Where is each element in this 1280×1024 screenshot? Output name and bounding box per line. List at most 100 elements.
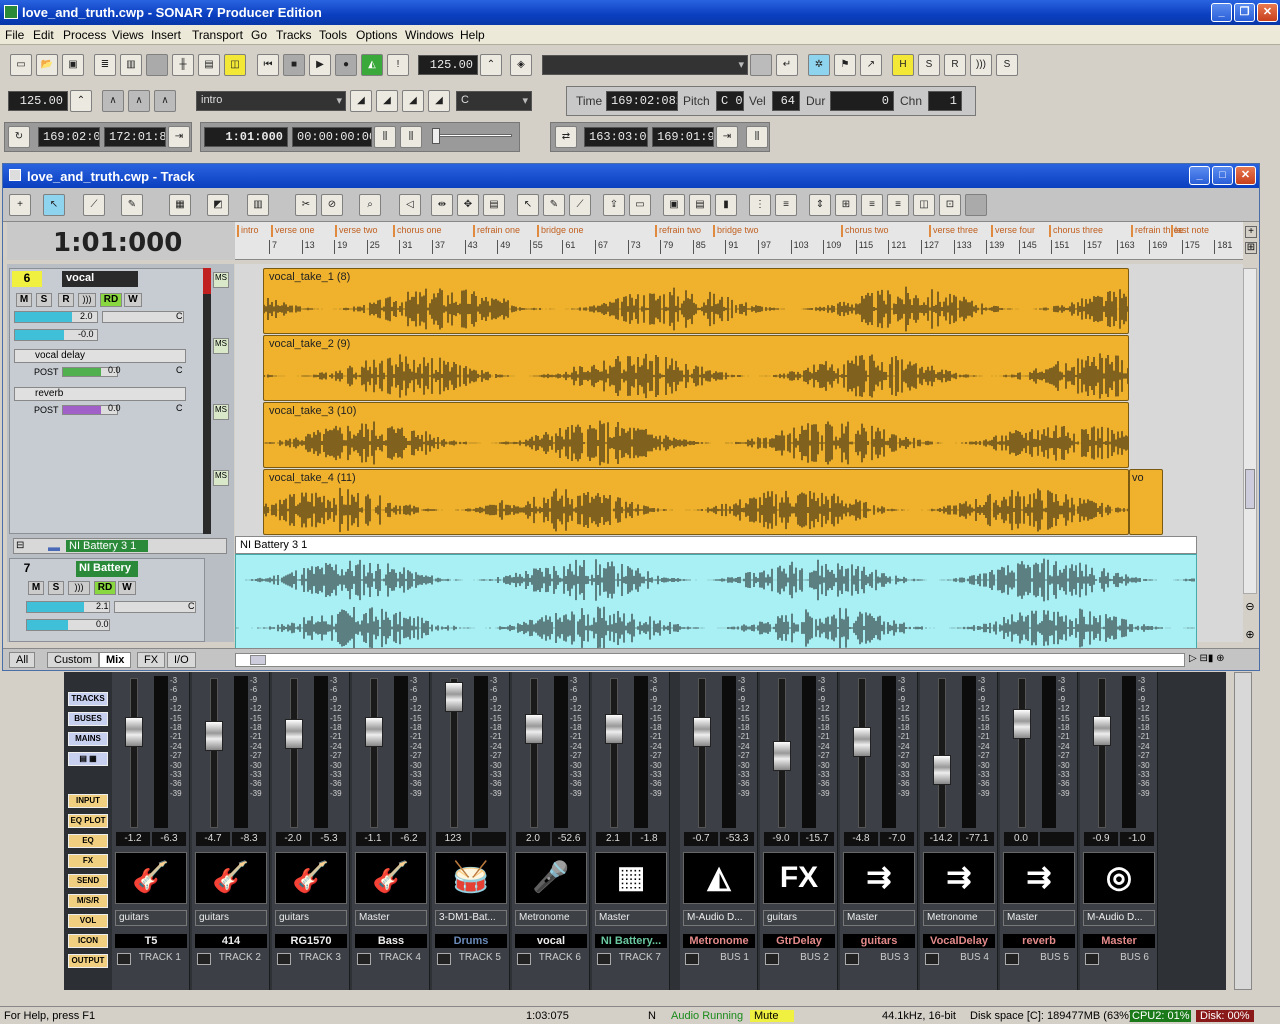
position-slider[interactable] [432, 134, 512, 137]
pitch-field[interactable]: C 0 [716, 91, 744, 111]
output-route-dropdown[interactable]: guitars [275, 910, 347, 926]
write-automation-button[interactable]: W [118, 581, 136, 595]
metronome-icon[interactable]: ◭ [361, 54, 383, 76]
now-jump-icon[interactable]: ⫼ [400, 126, 422, 148]
FX-icon[interactable]: FX [763, 852, 835, 904]
track-view-maximize[interactable]: □ [1212, 166, 1233, 185]
list-view-icon[interactable]: ▥ [247, 194, 269, 216]
output-route-dropdown[interactable]: M-Audio D... [1083, 910, 1155, 926]
track-view-close[interactable]: ✕ [1235, 166, 1256, 185]
fader-track[interactable] [610, 678, 618, 828]
ruler-expand-icon[interactable]: + [1245, 226, 1257, 238]
strip-name[interactable]: RG1570 [275, 934, 347, 948]
strip-icon-toggle[interactable] [1085, 953, 1099, 965]
marker-last-note[interactable]: last note [1171, 225, 1209, 237]
fader-track[interactable] [290, 678, 298, 828]
fader-cap[interactable] [365, 717, 383, 747]
fader-track[interactable] [530, 678, 538, 828]
velocity-field[interactable]: 64 [772, 91, 800, 111]
auto-scroll-icon[interactable]: ✲ [808, 54, 830, 76]
menu-edit[interactable]: Edit [33, 28, 54, 42]
lane-1-ms[interactable]: MS [213, 272, 229, 288]
event-list-icon[interactable]: ▤ [198, 54, 220, 76]
marker-verse-two[interactable]: verse two [335, 225, 378, 237]
lane-2-ms[interactable]: MS [213, 338, 229, 354]
time-ruler[interactable]: intro verse one verse two chorus one ref… [235, 222, 1243, 260]
keyboard-icon[interactable]: ▤ [483, 194, 505, 216]
console-display-icon[interactable]: ▤ ▦ [68, 752, 108, 766]
marker-bridge-one[interactable]: bridge one [537, 225, 584, 237]
solo-button[interactable]: S [36, 293, 52, 307]
folder-collapse-icon[interactable]: ⊟ [16, 540, 24, 551]
input-echo-icon[interactable]: ))) [78, 293, 96, 307]
tab-io[interactable]: I/O [167, 652, 196, 668]
freeze-icon[interactable]: ▭ [629, 194, 651, 216]
solo-override-icon[interactable]: S [996, 54, 1018, 76]
strip-name[interactable]: Drums [435, 934, 507, 948]
punch-end-field[interactable]: 169:01:922 [652, 127, 714, 147]
tab-all[interactable]: All [9, 652, 35, 668]
loop-explorer-icon[interactable]: ◫ [224, 54, 246, 76]
grid-icon[interactable]: ▦ [169, 194, 191, 216]
marker-refrain-two[interactable]: refrain two [655, 225, 701, 237]
fader-cap[interactable] [445, 682, 463, 712]
smart-tool-icon[interactable]: ↖ [43, 194, 65, 216]
send-2-post[interactable]: POST [34, 405, 59, 415]
battery-folder-clip[interactable]: NI Battery 3 1 [235, 536, 1197, 554]
guitar-icon[interactable]: 🎸 [115, 852, 187, 904]
strip-icon-toggle[interactable] [845, 953, 859, 965]
preset-save-icon[interactable] [750, 54, 772, 76]
fader-track[interactable] [1018, 678, 1026, 828]
marker-chorus-three[interactable]: chorus three [1049, 225, 1103, 237]
menu-views[interactable]: Views [112, 28, 144, 42]
mute-button[interactable]: M [16, 293, 32, 307]
strip-icon-toggle[interactable] [437, 953, 451, 965]
mute-tool-icon[interactable]: ⊘ [321, 194, 343, 216]
clip-vocal-small[interactable]: vo [1129, 469, 1163, 535]
clip-vocal-take-1[interactable]: vocal_take_1 (8) [263, 268, 1129, 334]
marker-chorus-one[interactable]: chorus one [393, 225, 442, 237]
stop-icon[interactable]: ■ [283, 54, 305, 76]
tempo-draw-icon[interactable]: ∧ [102, 90, 124, 112]
strip-name[interactable]: reverb [1003, 934, 1075, 948]
strip-icon-toggle[interactable] [925, 953, 939, 965]
write-automation-button[interactable]: W [124, 293, 142, 307]
fader-track[interactable] [370, 678, 378, 828]
output-route-dropdown[interactable]: Master [843, 910, 915, 926]
marker-edit-icon[interactable]: ◢ [428, 90, 450, 112]
track-name[interactable]: NI Battery [76, 561, 138, 577]
arrows-icon[interactable]: ⇉ [923, 852, 995, 904]
menu-options[interactable]: Options [356, 28, 397, 42]
strip-icon-toggle[interactable] [1005, 953, 1019, 965]
snap-grid-icon[interactable]: ⇹ [431, 194, 453, 216]
strip-icon-toggle[interactable] [765, 953, 779, 965]
drums-icon[interactable]: 🥁 [435, 852, 507, 904]
punch-icon[interactable]: ⇄ [555, 126, 577, 148]
preset-dropdown[interactable] [542, 55, 748, 75]
hardware-h-button[interactable]: H [892, 54, 914, 76]
punch-start-field[interactable]: 163:03:032 [584, 127, 648, 147]
send-1-post[interactable]: POST [34, 367, 59, 377]
console-eq-plot-button[interactable]: EQ PLOT [68, 814, 108, 828]
console-vertical-scrollbar[interactable] [1234, 672, 1252, 990]
tempo-field[interactable]: 125.00 [418, 55, 478, 75]
key-dropdown[interactable]: C [456, 91, 532, 111]
menu-go[interactable]: Go [251, 28, 267, 42]
strip-name[interactable]: GtrDelay [763, 934, 835, 948]
maximize-button[interactable]: ❐ [1234, 3, 1255, 22]
track-view-minimize[interactable]: _ [1189, 166, 1210, 185]
select-icon[interactable]: ↖ [517, 194, 539, 216]
strip-icon-toggle[interactable] [517, 953, 531, 965]
tempo-value-field[interactable]: 125.00 [8, 91, 68, 111]
console-tracks-button[interactable]: TRACKS [68, 692, 108, 706]
fader-cap[interactable] [605, 714, 623, 744]
now-set-icon[interactable]: ⫼ [374, 126, 396, 148]
strip-name[interactable]: Bass [355, 934, 427, 948]
solo-button[interactable]: S [48, 581, 64, 595]
clip-vocal-take-2[interactable]: vocal_take_2 (9) [263, 335, 1129, 401]
new-file-icon[interactable]: ▭ [10, 54, 32, 76]
collapse-icon[interactable]: ≡ [887, 194, 909, 216]
marker-verse-four[interactable]: verse four [991, 225, 1035, 237]
track-add-icon[interactable]: + [9, 194, 31, 216]
fader-track[interactable] [938, 678, 946, 828]
